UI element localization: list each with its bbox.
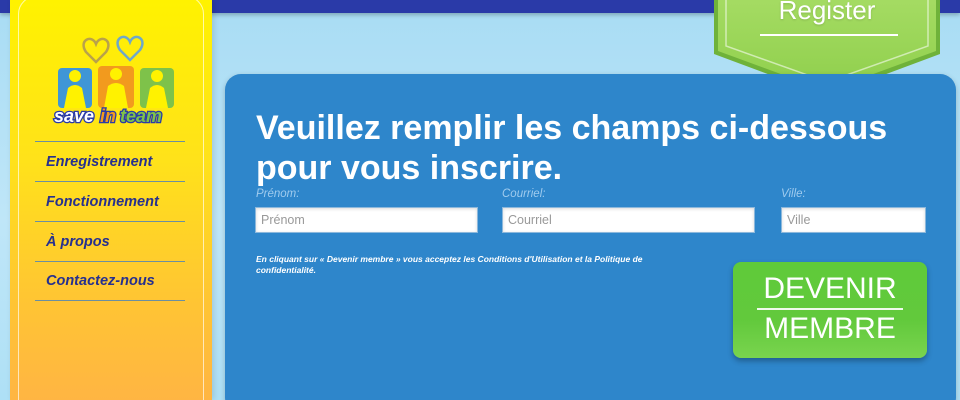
first-name-field[interactable] xyxy=(255,207,478,233)
become-member-label-line1: DEVENIR xyxy=(763,272,897,305)
city-field[interactable] xyxy=(781,207,926,233)
register-underline xyxy=(760,34,898,36)
become-member-button[interactable]: DEVENIR MEMBRE xyxy=(733,262,927,358)
sidebar-item-a-propos[interactable]: À propos xyxy=(35,221,185,261)
email-field[interactable] xyxy=(502,207,755,233)
sidebar-item-label[interactable]: Contactez-nous xyxy=(46,273,155,289)
sidebar-nav: Enregistrement Fonctionnement À propos C… xyxy=(35,141,185,301)
logo-text-save: save xyxy=(54,106,94,126)
become-member-label-line2: MEMBRE xyxy=(764,312,896,345)
first-name-label: Prénom: xyxy=(256,188,300,200)
sidebar-item-label[interactable]: Fonctionnement xyxy=(46,194,159,210)
sidebar-item-label[interactable]: Enregistrement xyxy=(46,154,152,170)
terms-notice: En cliquant sur « Devenir membre » vous … xyxy=(256,254,643,275)
logo-text-in: in xyxy=(100,106,116,126)
become-member-divider xyxy=(757,308,903,310)
brand-logo[interactable]: save in team xyxy=(44,28,190,128)
sidebar-item-label[interactable]: À propos xyxy=(46,234,110,250)
register-label: Register xyxy=(778,0,876,25)
logo-graphic: save in team xyxy=(53,35,174,127)
sidebar-item-enregistrement[interactable]: Enregistrement xyxy=(35,141,185,181)
signup-panel: Veuillez remplir les champs ci-dessous p… xyxy=(225,74,956,400)
signup-headline: Veuillez remplir les champs ci-dessous p… xyxy=(256,109,888,187)
city-label: Ville: xyxy=(781,188,806,200)
sidebar-item-contactez-nous[interactable]: Contactez-nous xyxy=(35,261,185,301)
email-label: Courriel: xyxy=(502,188,546,200)
logo-text-team: team xyxy=(120,106,162,126)
sidebar-item-fonctionnement[interactable]: Fonctionnement xyxy=(35,181,185,221)
sidebar: save in team Enregistrement Fonctionneme… xyxy=(10,0,212,400)
